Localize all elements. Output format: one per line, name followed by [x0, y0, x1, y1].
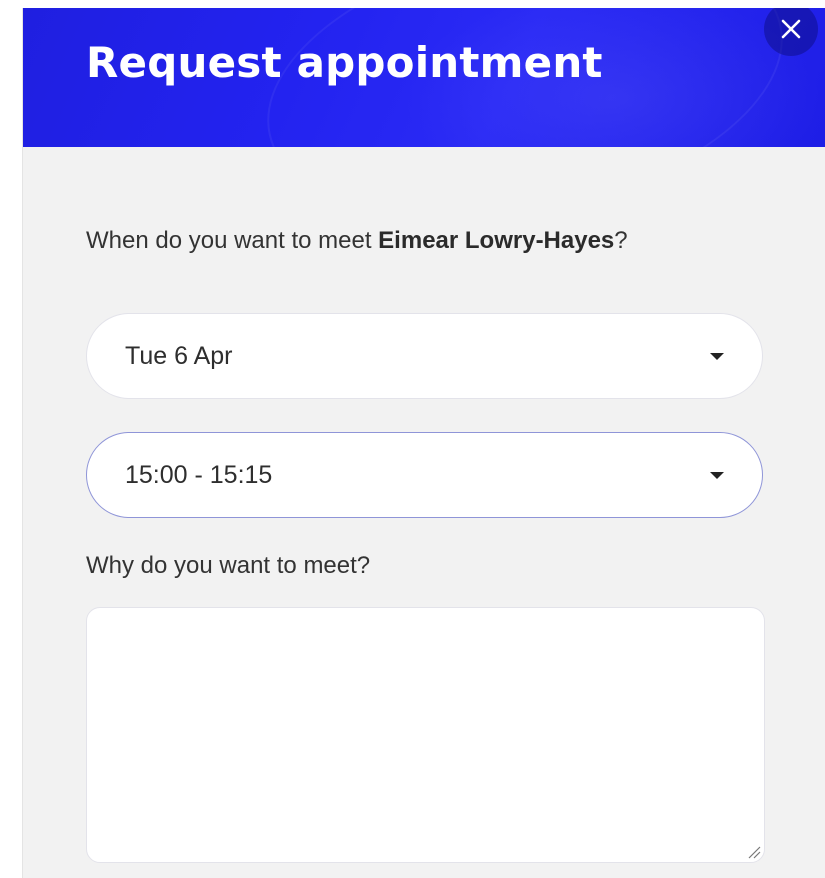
- close-button[interactable]: [764, 8, 818, 56]
- caret-down-icon: [710, 472, 724, 479]
- reason-label: Why do you want to meet?: [86, 552, 371, 579]
- close-icon: [781, 19, 801, 39]
- question-suffix: ?: [614, 227, 628, 254]
- question-prefix: When do you want to meet: [86, 227, 379, 254]
- modal-title: Request appointment: [86, 38, 603, 87]
- appointment-modal: Request appointment When do you want to …: [22, 8, 825, 878]
- time-select-value: 15:00 - 15:15: [125, 460, 273, 489]
- modal-header: Request appointment: [23, 8, 825, 147]
- caret-down-icon: [710, 353, 724, 360]
- person-name: Eimear Lowry-Hayes: [378, 227, 615, 254]
- time-select[interactable]: 15:00 - 15:15: [86, 432, 763, 518]
- meeting-question: When do you want to meet Eimear Lowry-Ha…: [86, 227, 628, 255]
- date-select-value: Tue 6 Apr: [125, 341, 233, 370]
- date-select[interactable]: Tue 6 Apr: [86, 313, 763, 399]
- reason-textarea[interactable]: [86, 607, 765, 863]
- resize-grip-icon[interactable]: [747, 845, 761, 859]
